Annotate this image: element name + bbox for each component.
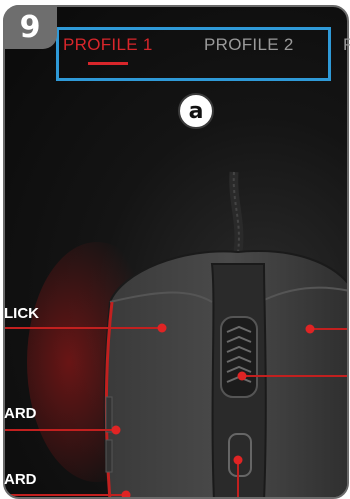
left-click-label: LICK: [4, 305, 39, 322]
dpi-dot: [233, 455, 243, 465]
step-number-badge: 9: [3, 5, 57, 49]
tutorial-frame: 9 PROFILE 1 PROFILE 2 P a LICK ARD ARD: [0, 0, 350, 499]
active-tab-indicator: [88, 62, 128, 65]
scroll-dot: [237, 371, 247, 381]
right-click-dot: [305, 324, 315, 334]
tab-profile-2[interactable]: PROFILE 2: [204, 35, 294, 55]
callout-marker: a: [178, 93, 214, 129]
forward-dot: [111, 425, 121, 435]
left-click-dot: [157, 323, 167, 333]
dpi-button: [228, 433, 252, 477]
tab-profile-1[interactable]: PROFILE 1: [63, 35, 153, 55]
backward-label: ARD: [4, 471, 37, 488]
tab-profile-3[interactable]: P: [343, 35, 350, 55]
forward-label: ARD: [4, 405, 37, 422]
